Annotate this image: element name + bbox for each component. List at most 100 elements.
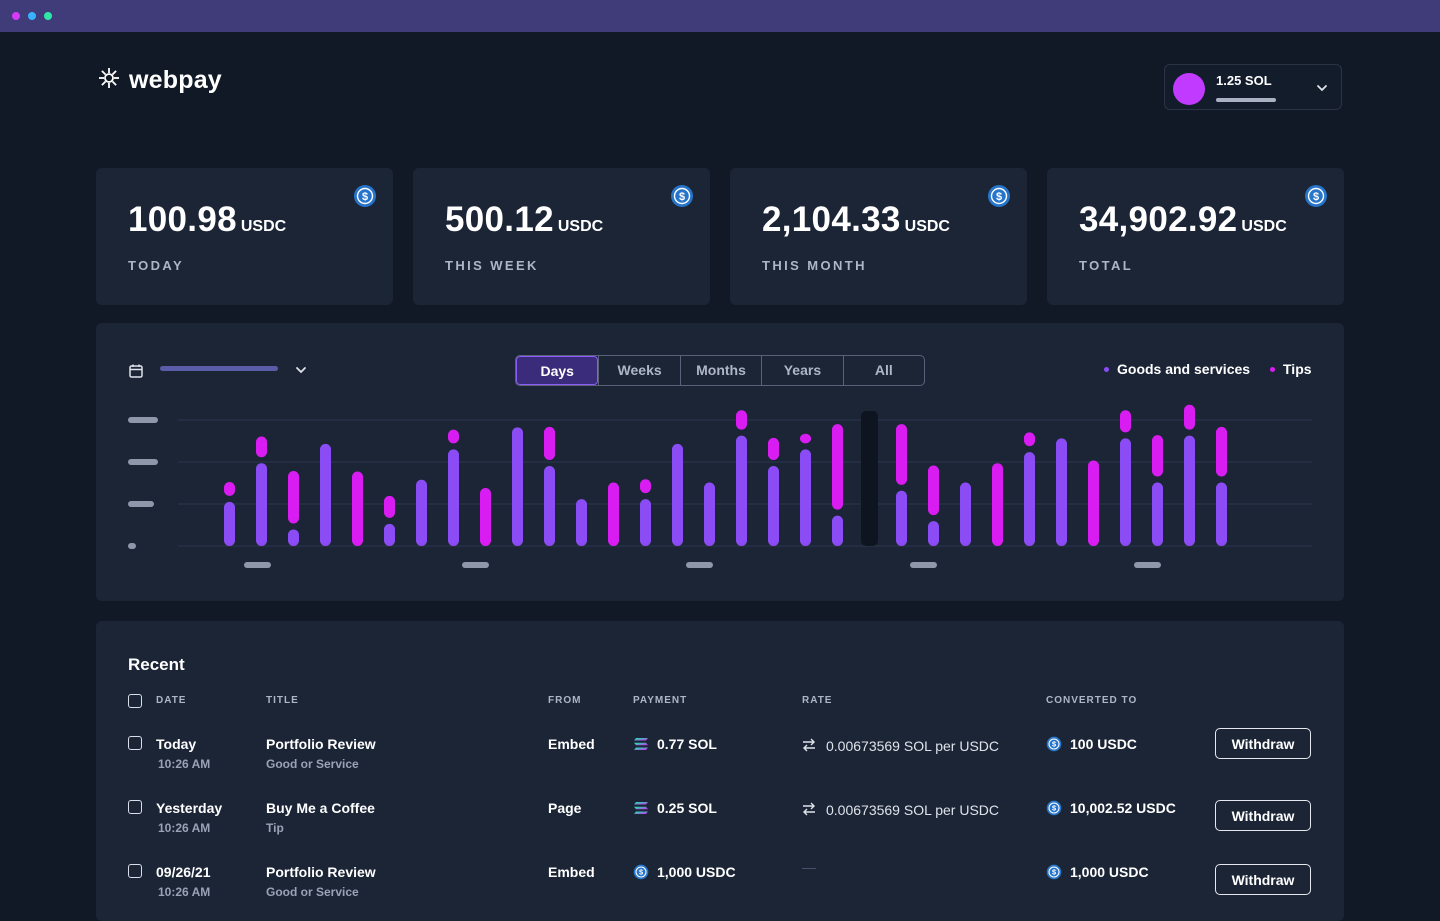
window-minimize-dot[interactable] (28, 12, 36, 20)
stat-unit: USDC (557, 218, 604, 235)
logo-icon (97, 66, 121, 95)
svg-text:$: $ (996, 191, 1002, 203)
stat-card-week: 500.12 USDC THIS WEEK $ (413, 168, 710, 305)
app-logo[interactable]: webpay (97, 66, 222, 95)
row-time: 10:26 AM (158, 885, 211, 899)
wallet-selector[interactable]: 1.25 SOL (1164, 64, 1342, 110)
column-header-converted[interactable]: CONVERTED TO (1046, 695, 1137, 706)
row-checkbox[interactable] (128, 800, 142, 814)
column-header-from[interactable]: FROM (548, 695, 581, 706)
bar-goods (768, 465, 779, 546)
usdc-icon: $ (1304, 184, 1328, 213)
stat-unit: USDC (1241, 218, 1287, 235)
withdraw-button[interactable]: Withdraw (1215, 800, 1311, 831)
row-payment: 1,000 USDC (657, 864, 736, 880)
row-from: Page (548, 800, 582, 816)
y-tick-label (128, 501, 154, 507)
exchange-icon (802, 738, 816, 757)
row-checkbox[interactable] (128, 736, 142, 750)
bar-goods (448, 449, 459, 546)
bar-tips (448, 429, 459, 444)
row-rate: 0.00673569 SOL per USDC (826, 738, 1000, 754)
bar-goods (416, 479, 427, 546)
logo-text: webpay (129, 66, 222, 94)
bar-goods (512, 427, 523, 546)
bar-goods (1184, 435, 1195, 546)
stat-label: THIS MONTH (762, 258, 867, 273)
bar-tips (768, 437, 779, 460)
svg-text:$: $ (639, 868, 643, 877)
bar-tips (256, 436, 267, 458)
recent-title: Recent (128, 655, 185, 674)
select-all-checkbox[interactable] (128, 694, 142, 708)
withdraw-button[interactable]: Withdraw (1215, 864, 1311, 895)
column-header-title[interactable]: TITLE (266, 695, 299, 706)
withdraw-button[interactable]: Withdraw (1215, 728, 1311, 759)
svg-text:$: $ (362, 191, 368, 203)
stat-amount: 500.12 (445, 200, 554, 239)
solana-icon (633, 737, 649, 756)
window-close-dot[interactable] (12, 12, 20, 20)
usdc-icon: $ (353, 184, 377, 213)
bar-goods (288, 529, 299, 546)
row-converted: 100 USDC (1070, 736, 1137, 752)
y-tick-label (128, 417, 158, 423)
stat-amount: 2,104.33 (762, 200, 901, 239)
recent-panel: Recent DATE TITLE FROM PAYMENT RATE CONV… (96, 621, 1344, 921)
row-category: Good or Service (266, 885, 359, 899)
bar-tips (480, 488, 491, 546)
chevron-down-icon[interactable] (1315, 81, 1329, 100)
bar-goods (800, 449, 811, 546)
bar-goods (704, 482, 715, 546)
column-header-rate[interactable]: RATE (802, 695, 832, 706)
stat-amount: 34,902.92 (1079, 200, 1238, 239)
usdc-icon: $ (1046, 864, 1062, 885)
bar-goods (640, 499, 651, 546)
bar-goods (1056, 438, 1067, 546)
row-time: 10:26 AM (158, 757, 211, 771)
row-time: 10:26 AM (158, 821, 211, 835)
row-rate: — (802, 859, 816, 875)
bar-goods (1120, 438, 1131, 546)
row-date: Today (156, 736, 197, 752)
bar-tips (832, 424, 843, 510)
svg-text:$: $ (1052, 740, 1056, 749)
bar-goods (544, 465, 555, 546)
hover-column (861, 411, 878, 546)
bar-tips (992, 463, 1003, 546)
row-title: Buy Me a Coffee (266, 800, 375, 816)
window-titlebar (0, 0, 1440, 32)
bar-tips (288, 471, 299, 524)
row-title: Portfolio Review (266, 864, 376, 880)
bar-goods (928, 521, 939, 546)
bar-goods (832, 515, 843, 546)
bar-tips (896, 424, 907, 485)
row-converted: 1,000 USDC (1070, 864, 1149, 880)
row-payment: 0.77 SOL (657, 736, 717, 752)
column-header-date[interactable]: DATE (156, 695, 186, 706)
usdc-icon: $ (1046, 736, 1062, 757)
row-payment: 0.25 SOL (657, 800, 717, 816)
stat-unit: USDC (240, 218, 287, 235)
bar-goods (672, 443, 683, 546)
solana-icon (633, 801, 649, 820)
row-checkbox[interactable] (128, 864, 142, 878)
wallet-avatar (1173, 73, 1205, 105)
column-header-payment[interactable]: PAYMENT (633, 695, 687, 706)
bar-tips (736, 410, 747, 430)
wallet-address-placeholder (1216, 98, 1276, 102)
bar-tips (352, 471, 363, 546)
bar-tips (1088, 460, 1099, 546)
row-rate: 0.00673569 SOL per USDC (826, 802, 1000, 818)
x-tick-label (910, 562, 937, 568)
window-maximize-dot[interactable] (44, 12, 52, 20)
usdc-icon: $ (633, 864, 649, 885)
bar-goods (1216, 482, 1227, 546)
stat-unit: USDC (904, 218, 950, 235)
usdc-icon: $ (987, 184, 1011, 213)
stat-label: THIS WEEK (445, 258, 539, 273)
row-converted: 10,002.52 USDC (1070, 800, 1176, 816)
row-title: Portfolio Review (266, 736, 376, 752)
row-date: Yesterday (156, 800, 223, 816)
bar-goods (896, 490, 907, 546)
